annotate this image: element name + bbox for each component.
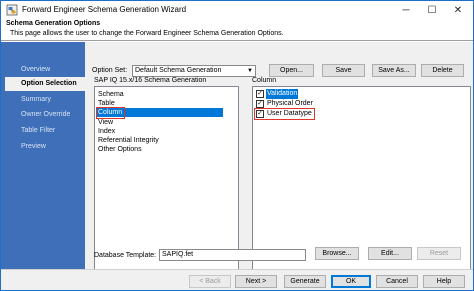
close-icon: ✕ [453, 4, 463, 16]
option-set-value: Default Schema Generation [135, 67, 222, 74]
nav-item-table-filter[interactable]: Table Filter [1, 124, 85, 138]
maximize-icon: ☐ [427, 4, 437, 16]
list-item[interactable]: Schema [97, 90, 124, 99]
option-set-select[interactable]: Default Schema Generation ▼ [132, 65, 256, 77]
close-button[interactable]: ✕ [445, 1, 471, 19]
generate-button[interactable]: Generate [284, 275, 326, 288]
app-icon [6, 4, 18, 16]
cancel-button[interactable]: Cancel [376, 275, 418, 288]
next-button[interactable]: Next > [235, 275, 277, 288]
save-as-button[interactable]: Save As... [372, 64, 416, 77]
nav-item-overview[interactable]: Overview [1, 63, 85, 77]
nav-item-preview[interactable]: Preview [1, 140, 85, 154]
ok-button[interactable]: OK [331, 275, 371, 288]
options-panel: Option Set: Default Schema Generation ▼ … [85, 42, 473, 274]
template-input[interactable]: SAPIQ.fet [159, 249, 306, 261]
delete-button[interactable]: Delete [421, 64, 464, 77]
maximize-button[interactable]: ☐ [419, 1, 445, 19]
list-item[interactable]: Other Options [97, 145, 142, 154]
minimize-button[interactable]: ─ [393, 1, 419, 19]
title-bar: Forward Engineer Schema Generation Wizar… [1, 1, 473, 19]
footer-bar: < Back Next > Generate OK Cancel Help [1, 269, 473, 290]
page-title: Schema Generation Options [6, 20, 101, 27]
highlight-box [96, 107, 125, 119]
highlight-box [254, 108, 315, 120]
list-item[interactable]: Referential Integrity [97, 136, 159, 145]
page-header: Schema Generation Options This page allo… [1, 19, 473, 41]
save-button[interactable]: Save [322, 64, 365, 77]
template-label: Database Template: [94, 252, 157, 259]
list-item[interactable]: View [97, 118, 113, 127]
wizard-window: Forward Engineer Schema Generation Wizar… [0, 0, 474, 291]
column-options-list[interactable]: ✓ Validation ✓ Physical Order ✓ User Dat… [252, 86, 471, 274]
checkbox-label: Validation [266, 89, 299, 99]
browse-button[interactable]: Browse... [315, 247, 359, 260]
page-description: This page allows the user to change the … [10, 30, 284, 37]
minimize-icon: ─ [402, 4, 410, 16]
checkbox-icon[interactable]: ✓ [256, 100, 264, 108]
chevron-down-icon: ▼ [247, 68, 253, 74]
back-button[interactable]: < Back [189, 275, 231, 288]
edit-button[interactable]: Edit... [368, 247, 412, 260]
left-panel-title: SAP IQ 15.x/16 Schema Generation [94, 77, 207, 84]
list-item[interactable]: Index [97, 127, 115, 136]
wizard-nav: Overview Option Selection Summary Owner … [1, 42, 85, 269]
right-panel-title: Column [252, 77, 277, 84]
checkbox-icon[interactable]: ✓ [256, 90, 264, 98]
nav-item-summary[interactable]: Summary [1, 93, 85, 107]
open-button[interactable]: Open... [269, 64, 314, 77]
window-title: Forward Engineer Schema Generation Wizar… [22, 5, 187, 14]
nav-item-option-selection[interactable]: Option Selection [5, 77, 85, 91]
category-list[interactable]: Schema Table Column View Index Referenti… [94, 86, 239, 274]
option-set-label: Option Set: [92, 67, 128, 74]
reset-button[interactable]: Reset [417, 247, 461, 260]
help-button[interactable]: Help [423, 275, 465, 288]
nav-item-owner-override[interactable]: Owner Override [1, 108, 85, 122]
